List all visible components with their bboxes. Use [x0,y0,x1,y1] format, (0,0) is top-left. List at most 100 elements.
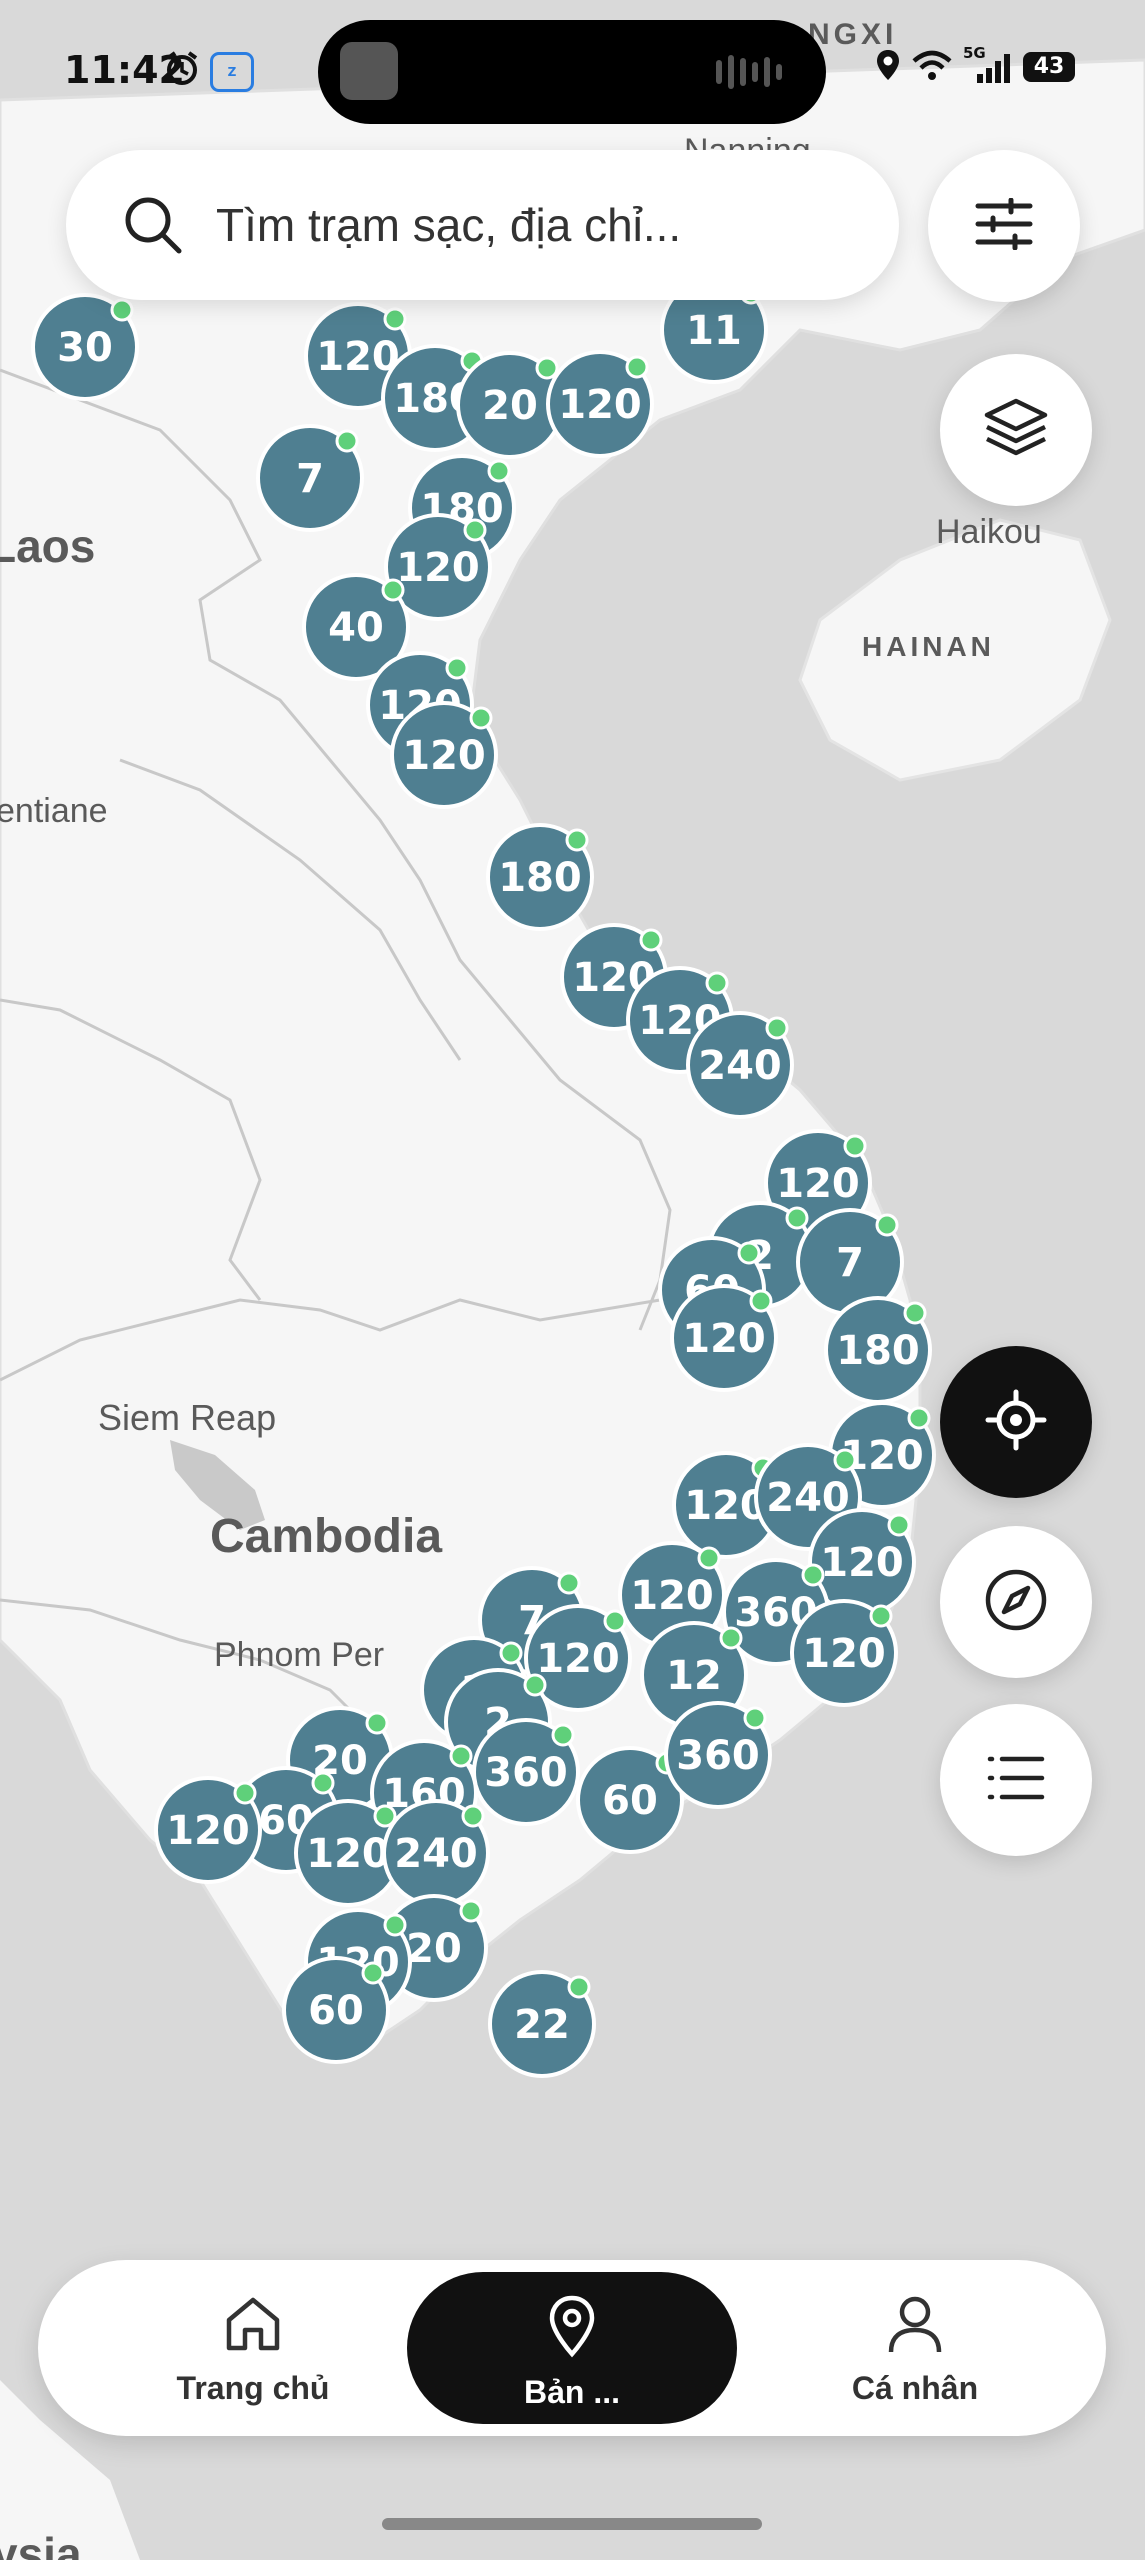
station-power-label: 240 [698,1043,782,1089]
station-available-dot [603,1609,627,1633]
station-available-dot [335,429,359,453]
station-marker[interactable]: 240 [382,1799,490,1907]
station-power-label: 360 [676,1733,760,1779]
nav-profile[interactable]: Cá nhân [750,2260,1080,2436]
layers-icon [983,397,1049,463]
label-phnom-penh: Phnom Per [214,1636,384,1674]
station-available-dot [383,1913,407,1937]
compass-button[interactable] [940,1526,1092,1678]
station-power-label: 120 [396,545,480,591]
cellular-icon: 5G [963,44,1013,84]
station-marker[interactable]: 120 [790,1599,898,1707]
station-marker[interactable]: 120 [546,350,654,458]
nav-home-label: Trang chủ [176,2370,330,2406]
station-available-dot [887,1513,911,1537]
station-power-label: 7 [836,1240,864,1286]
station-available-dot [565,828,589,852]
station-power-label: 60 [308,1988,364,2034]
nav-map[interactable]: Bản ... [407,2272,737,2424]
station-available-dot [567,1975,591,1999]
station-available-dot [487,459,511,483]
station-power-label: 120 [630,1573,714,1619]
filter-button[interactable] [928,150,1080,302]
station-available-dot [801,1563,825,1587]
my-location-button[interactable] [940,1346,1092,1498]
search-placeholder: Tìm trạm sạc, địa chỉ... [216,199,682,251]
list-view-button[interactable] [940,1704,1092,1856]
home-icon [219,2290,287,2358]
station-available-dot [625,355,649,379]
station-marker[interactable]: 7 [256,424,364,532]
station-power-label: 20 [482,383,538,429]
station-marker[interactable]: 60 [282,1956,390,2064]
station-available-dot [551,1723,575,1747]
nav-map-label: Bản ... [523,2374,620,2410]
dynamic-island[interactable] [318,20,826,124]
station-marker[interactable]: 22 [488,1970,596,2078]
station-available-dot [557,1571,581,1595]
station-available-dot [697,1546,721,1570]
station-available-dot [639,928,663,952]
compass-icon [984,1568,1048,1636]
station-marker[interactable]: 360 [472,1718,580,1826]
search-bar[interactable]: Tìm trạm sạc, địa chỉ... [66,150,899,300]
audio-wave-icon [716,54,786,90]
station-available-dot [461,1804,485,1828]
station-power-label: 360 [484,1750,568,1796]
station-available-dot [523,1673,547,1697]
nav-profile-label: Cá nhân [851,2370,979,2406]
station-power-label: 120 [402,733,486,779]
station-available-dot [719,1626,743,1650]
station-marker[interactable]: 180 [824,1296,932,1404]
station-available-dot [383,307,407,331]
station-marker[interactable]: 360 [664,1701,772,1809]
label-malaysia: ysia [0,2528,82,2560]
station-power-label: 22 [514,2002,570,2048]
station-available-dot [737,1241,761,1265]
label-vientiane: entiane [0,792,108,830]
station-available-dot [311,1771,335,1795]
crosshair-icon [985,1389,1047,1455]
station-power-label: 120 [776,1161,860,1207]
status-bar: 11:42 Z 5G 43 [0,0,1145,140]
station-available-dot [449,1744,473,1768]
station-available-dot [875,1213,899,1237]
station-power-label: 120 [306,1831,390,1877]
label-haikou: Haikou [936,513,1042,551]
zalo-icon: Z [210,52,254,92]
station-power-label: 120 [558,382,642,428]
station-available-dot [749,1289,773,1313]
station-power-label: 120 [536,1636,620,1682]
station-available-dot [233,1781,257,1805]
station-available-dot [110,298,134,322]
station-marker[interactable]: 180 [486,823,594,931]
station-available-dot [463,518,487,542]
label-hainan: HAINAN [862,631,995,662]
map-pin-icon [538,2292,606,2360]
station-available-dot [705,971,729,995]
station-available-dot [765,1016,789,1040]
station-available-dot [869,1604,893,1628]
station-marker[interactable]: 30 [31,293,139,401]
nav-home[interactable]: Trang chủ [88,2260,418,2436]
station-power-label: 120 [820,1540,904,1586]
station-power-label: 120 [802,1631,886,1677]
station-available-dot [365,1711,389,1735]
station-power-label: 30 [57,325,113,371]
bottom-navigation: Trang chủ Bản ... Cá nhân [38,2260,1106,2436]
label-siem-reap: Siem Reap [98,1397,276,1438]
station-power-label: 11 [686,308,742,354]
search-icon [122,194,184,256]
station-available-dot [903,1301,927,1325]
station-marker[interactable]: 120 [390,701,498,809]
layers-button[interactable] [940,354,1092,506]
station-power-label: 240 [394,1831,478,1877]
station-marker[interactable]: 120 [670,1284,778,1392]
location-icon [875,48,901,86]
station-available-dot [381,578,405,602]
station-power-label: 180 [836,1328,920,1374]
station-marker[interactable]: 240 [686,1011,794,1119]
station-marker[interactable]: 120 [154,1776,262,1884]
station-available-dot [785,1206,809,1230]
station-available-dot [361,1961,385,1985]
